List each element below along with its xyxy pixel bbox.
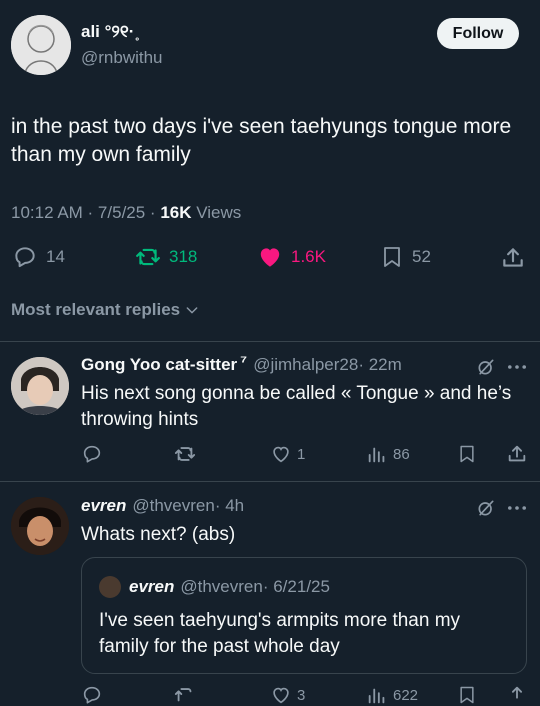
replies-sort-label: Most relevant replies (11, 300, 181, 319)
analytics-icon (368, 447, 385, 463)
quoted-text: I've seen taehyung's armpits more than m… (99, 610, 461, 657)
repost-action[interactable]: 318 (135, 244, 197, 270)
views-count: 16K (160, 203, 192, 222)
heart-icon (273, 446, 289, 463)
analytics-icon (368, 688, 385, 704)
reply-views-action[interactable]: 622 (366, 684, 418, 706)
reply-action[interactable]: 14 (12, 244, 65, 270)
repost-icon[interactable] (174, 443, 196, 465)
reply-views-action[interactable]: 86 (366, 443, 410, 465)
quoted-header: evren @thvevren · 6/21/25 (99, 576, 330, 598)
share-icon[interactable] (506, 684, 528, 706)
more-options-icon[interactable] (506, 358, 528, 376)
reply-author-name[interactable]: Gong Yoo cat-sitter (81, 355, 237, 375)
divider (0, 341, 540, 342)
quoted-post[interactable]: evren @thvevren · 6/21/25 I've seen taeh… (81, 557, 527, 674)
share-icon[interactable] (506, 443, 528, 465)
share-icon[interactable] (500, 245, 526, 271)
reply-icon[interactable] (81, 443, 103, 465)
like-action[interactable]: 1.6K (257, 244, 326, 270)
post-text: in the past two days i've seen taehyungs… (11, 115, 512, 166)
quoted-author-handle: @thvevren (180, 577, 263, 596)
more-options-icon[interactable] (506, 499, 528, 517)
heart-filled-icon (260, 248, 280, 267)
heart-icon (273, 687, 289, 704)
reply-author-name[interactable]: evren (81, 496, 126, 516)
reply-author-handle[interactable]: @thvevren (132, 496, 214, 516)
bookmark-icon[interactable] (457, 443, 477, 465)
author-handle[interactable]: @rnbwithu (81, 48, 163, 68)
like-count: 1.6K (291, 247, 326, 266)
grok-icon[interactable] (476, 498, 496, 518)
reply-icon[interactable] (81, 684, 103, 706)
reply-timestamp[interactable]: · 22m (358, 355, 401, 375)
reply-like-action[interactable]: 3 (270, 684, 305, 706)
replies-sort-dropdown[interactable]: Most relevant replies (11, 300, 200, 320)
chevron-down-icon (186, 307, 198, 314)
repost-icon (136, 248, 160, 266)
repost-icon[interactable] (174, 684, 196, 706)
reply-timestamp[interactable]: · 4h (215, 496, 244, 516)
post-timestamp[interactable]: 10:12 AM · 7/5/25 · (11, 203, 160, 222)
bookmark-count: 52 (412, 247, 431, 266)
repost-count: 318 (169, 247, 198, 266)
reply-text: Whats next? (abs) (81, 524, 236, 545)
bookmark-icon[interactable] (457, 684, 477, 706)
reply-views-count: 86 (393, 445, 410, 463)
reply-avatar[interactable] (11, 357, 69, 415)
post-meta: 10:12 AM · 7/5/25 · 16K Views (11, 203, 241, 223)
follow-button[interactable]: Follow (437, 18, 519, 49)
bookmark-icon (384, 247, 400, 267)
reply-header: evren @thvevren · 4h (81, 496, 244, 516)
quoted-author-name: evren (129, 577, 175, 596)
author-avatar[interactable] (11, 15, 71, 75)
reply-header: Gong Yoo cat-sitter ⁷ @jimhalper28 · 22m (81, 352, 402, 375)
reply-count: 14 (46, 247, 65, 266)
reply-views-count: 622 (393, 686, 419, 704)
reply-like-count: 3 (297, 686, 306, 704)
author-name[interactable]: ali °୨୧·˳ (81, 22, 140, 42)
divider (0, 481, 540, 482)
reply-avatar[interactable] (11, 497, 69, 555)
grok-icon[interactable] (476, 357, 496, 377)
reply-like-count: 1 (297, 445, 306, 463)
reply-author-handle[interactable]: @jimhalper28 (253, 355, 358, 375)
views-label: Views (191, 203, 242, 222)
quoted-timestamp: · 6/21/25 (262, 577, 330, 596)
bookmark-action[interactable]: 52 (380, 244, 431, 270)
quoted-avatar (99, 576, 121, 598)
reply-icon (15, 247, 35, 268)
reply-text: His next song gonna be called « Tongue »… (81, 383, 512, 430)
reply-like-action[interactable]: 1 (270, 443, 305, 465)
fandom-badge: ⁷ (240, 352, 248, 371)
